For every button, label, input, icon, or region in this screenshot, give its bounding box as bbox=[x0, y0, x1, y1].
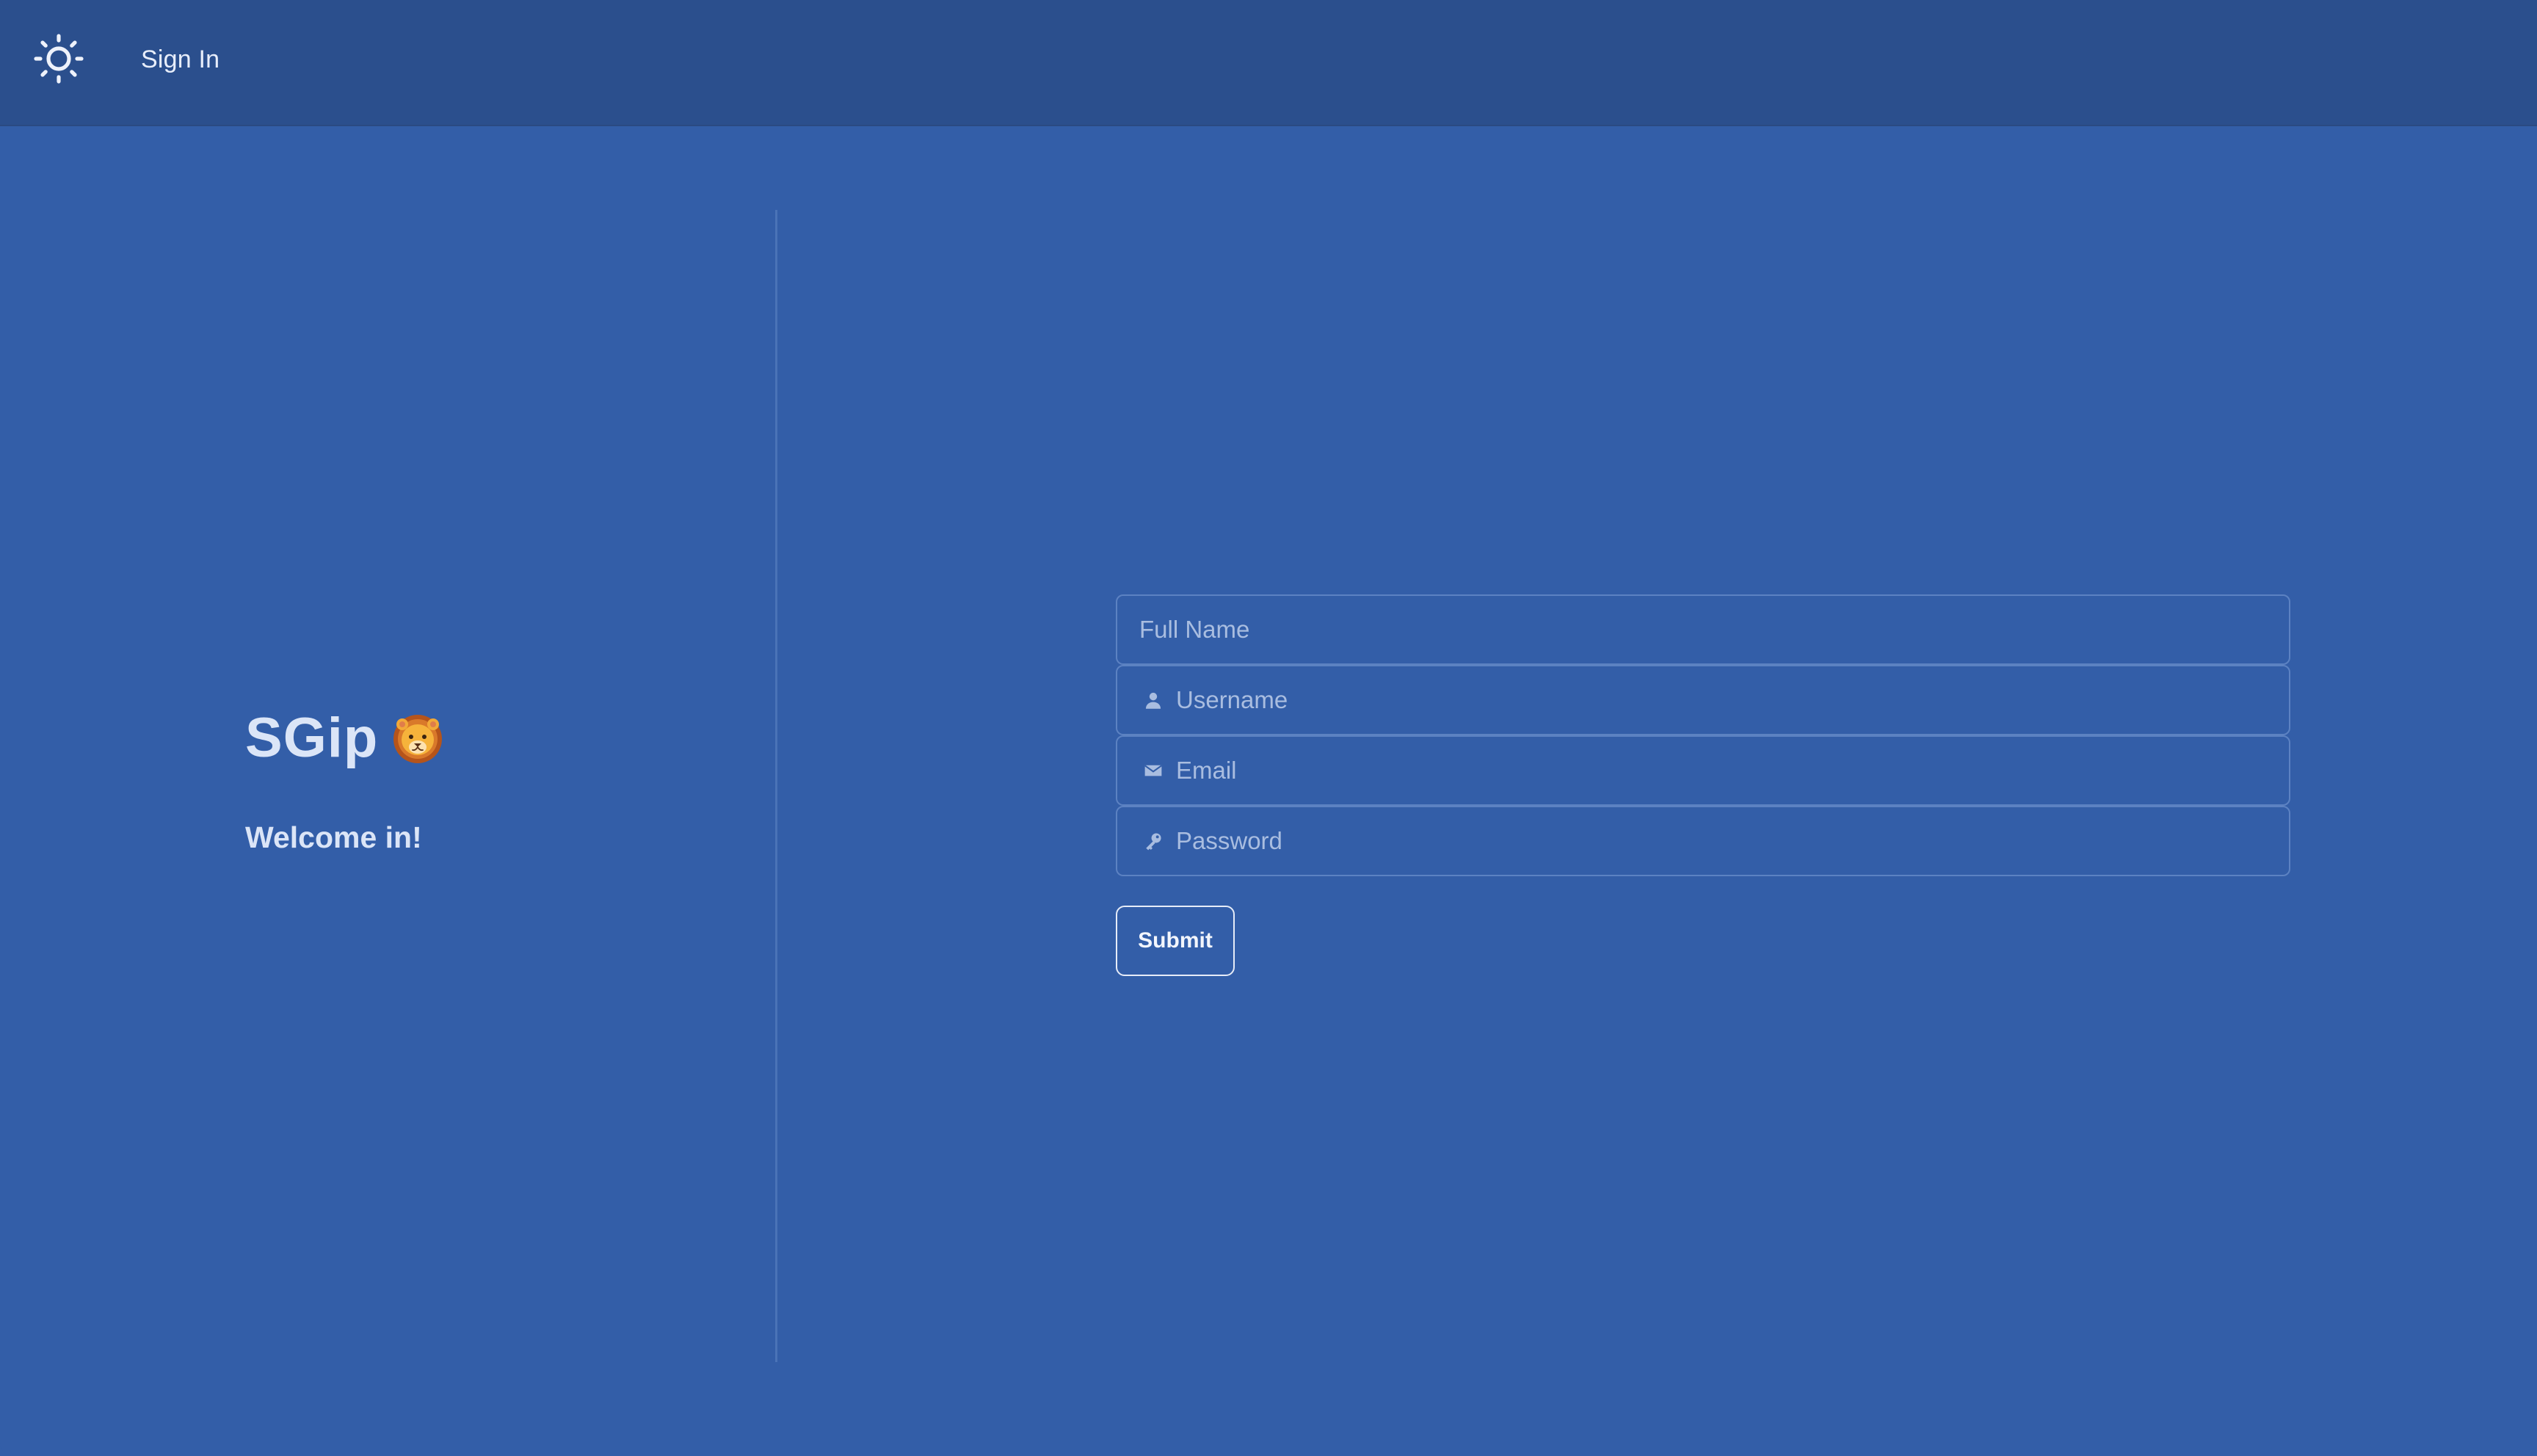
panel-divider bbox=[775, 210, 777, 1362]
brand-title: SGip bbox=[245, 707, 379, 769]
app-window: Sign In SGip Welcome in! Full Name Usern… bbox=[0, 0, 2537, 1456]
brand: SGip bbox=[245, 706, 444, 770]
email-field bbox=[1116, 735, 2290, 806]
password-input[interactable] bbox=[1117, 807, 2289, 875]
email-input[interactable] bbox=[1117, 737, 2289, 804]
theme-toggle-button[interactable] bbox=[29, 29, 88, 88]
password-field bbox=[1116, 806, 2290, 876]
full-name-input[interactable] bbox=[1117, 596, 2289, 663]
key-icon bbox=[1144, 831, 1163, 851]
sun-icon bbox=[34, 34, 84, 84]
brand-panel bbox=[0, 126, 777, 1456]
nav-sign-in-link[interactable]: Sign In bbox=[141, 46, 219, 74]
submit-button[interactable]: Submit bbox=[1116, 906, 1235, 976]
full-name-field bbox=[1116, 594, 2290, 665]
top-nav-bar: Sign In bbox=[0, 0, 2537, 126]
lion-face-icon bbox=[393, 714, 443, 763]
username-field bbox=[1116, 665, 2290, 735]
signup-form: Submit bbox=[1116, 594, 2290, 976]
welcome-message: Welcome in! bbox=[245, 820, 422, 854]
user-icon bbox=[1144, 691, 1163, 710]
username-input[interactable] bbox=[1117, 666, 2289, 734]
mail-icon bbox=[1144, 761, 1163, 780]
